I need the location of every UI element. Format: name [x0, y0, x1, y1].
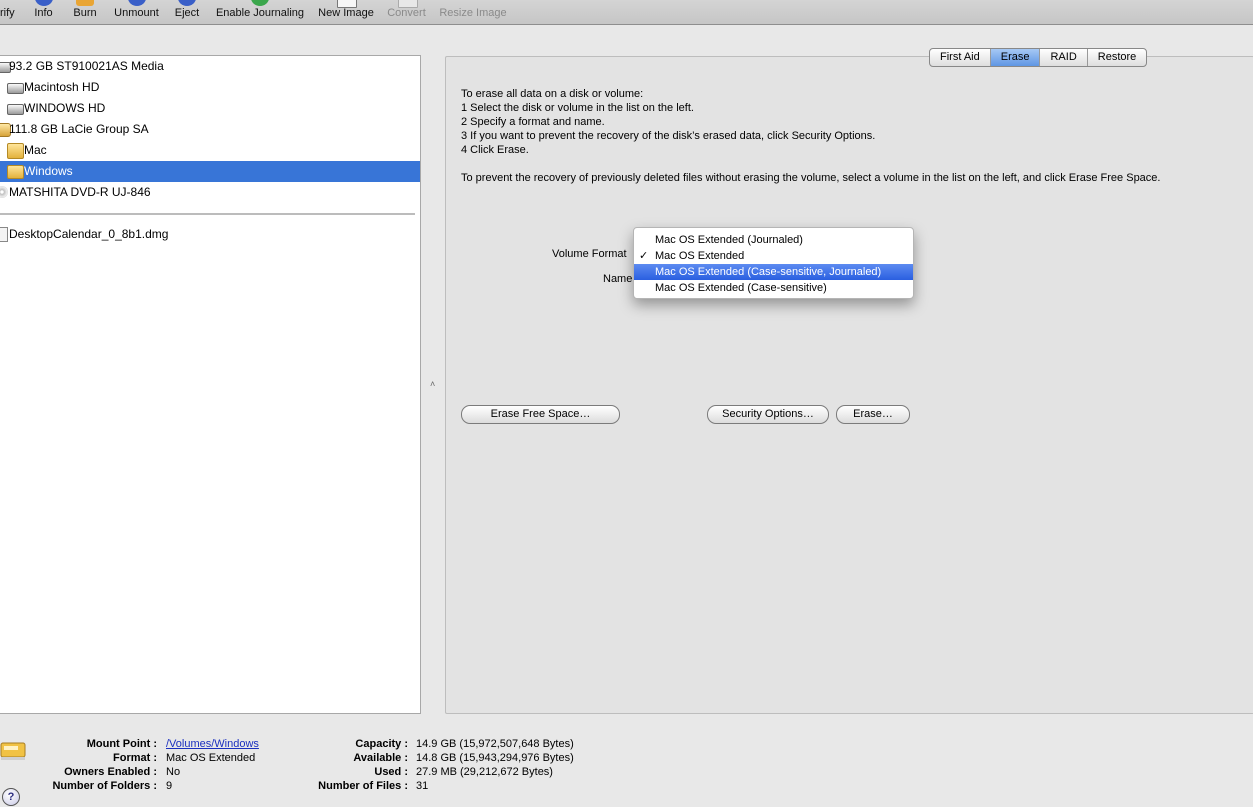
sidebar-item-mac[interactable]: Mac: [0, 140, 420, 161]
instruction-line: 3 If you want to prevent the recovery of…: [461, 130, 876, 142]
available-label: Available :: [353, 752, 408, 764]
files-value: 31: [416, 780, 429, 792]
folders-value: 9: [166, 780, 173, 792]
instruction-line: 2 Specify a format and name.: [461, 116, 605, 128]
tab-erase[interactable]: Erase: [989, 49, 1040, 66]
volume-format-menu[interactable]: Mac OS Extended (Journaled) ✓ Mac OS Ext…: [633, 227, 914, 299]
unmount-icon: [127, 0, 146, 6]
format-option-label: Mac OS Extended (Case-sensitive, Journal…: [655, 266, 882, 278]
info-icon: [34, 0, 53, 6]
folders-label: Number of Folders :: [52, 780, 157, 792]
toolbar-verify-label: rify: [0, 7, 15, 19]
toolbar-eject-label: Eject: [174, 7, 200, 19]
capacity-label: Capacity :: [355, 738, 408, 750]
format-option-label: Mac OS Extended (Journaled): [655, 234, 803, 246]
owners-enabled-value: No: [166, 766, 181, 778]
help-icon[interactable]: ?: [2, 788, 20, 806]
files-label: Number of Files :: [318, 780, 408, 792]
used-value: 27.9 MB (29,212,672 Bytes): [416, 766, 553, 778]
format-option-extended[interactable]: ✓ Mac OS Extended: [634, 248, 913, 264]
sidebar-item-desktopcalendar-dmg[interactable]: DesktopCalendar_0_8b1.dmg: [0, 224, 420, 245]
used-label: Used :: [374, 766, 408, 778]
format-option-label: Mac OS Extended (Case-sensitive): [655, 282, 827, 294]
journaling-icon: [251, 0, 269, 6]
tab-restore[interactable]: Restore: [1086, 49, 1147, 66]
toolbar-convert-label: Convert: [387, 7, 426, 19]
free-space-note: To prevent the recovery of previously de…: [461, 172, 1161, 184]
tab-raid[interactable]: RAID: [1039, 49, 1086, 66]
hard-drive-volume-icon: [7, 104, 24, 115]
sidebar-item-label: 111.8 GB LaCie Group SA: [9, 122, 149, 136]
sidebar-item-label: MATSHITA DVD-R UJ-846: [9, 185, 151, 199]
sidebar-item-label: Windows: [24, 164, 73, 178]
sidebar-item-label: Mac: [24, 143, 47, 157]
instruction-line: 1 Select the disk or volume in the list …: [461, 102, 694, 114]
mount-point-link[interactable]: /Volumes/Windows: [166, 738, 259, 750]
toolbar-info-button[interactable]: Info: [29, 0, 58, 24]
toolbar-enable-journaling-button[interactable]: Enable Journaling: [212, 0, 308, 24]
disk-image-icon: [0, 227, 8, 242]
erase-button[interactable]: Erase…: [836, 405, 910, 424]
toolbar-unmount-label: Unmount: [114, 7, 159, 19]
capacity-value: 14.9 GB (15,972,507,648 Bytes): [416, 738, 574, 750]
format-label: Format :: [113, 752, 157, 764]
external-volume-icon: [7, 143, 24, 159]
erase-panel: [445, 56, 1253, 714]
format-option-label: Mac OS Extended: [655, 250, 745, 262]
format-option-case-sensitive[interactable]: Mac OS Extended (Case-sensitive): [634, 280, 913, 296]
format-value: Mac OS Extended: [166, 752, 256, 764]
toolbar-resize-image-button[interactable]: Resize Image: [436, 0, 510, 24]
sidebar-divider: [0, 213, 415, 215]
instruction-line: To erase all data on a disk or volume:: [461, 88, 644, 100]
toolbar-burn-label: Burn: [73, 7, 97, 19]
splitter-handle[interactable]: ˄: [430, 379, 435, 389]
sidebar-item-lacie-group-sa[interactable]: 111.8 GB LaCie Group SA: [0, 119, 420, 140]
checkmark-icon: ✓: [639, 250, 649, 262]
sidebar-item-label: Macintosh HD: [24, 80, 100, 94]
owners-enabled-label: Owners Enabled :: [64, 766, 157, 778]
toolbar-resize-image-label: Resize Image: [439, 7, 507, 19]
mount-point-label: Mount Point :: [86, 738, 157, 750]
available-value: 14.8 GB (15,943,294,976 Bytes): [416, 752, 574, 764]
volume-format-label: Volume Format: [552, 248, 627, 260]
eject-icon: [178, 0, 196, 6]
toolbar-eject-button[interactable]: Eject: [172, 0, 202, 24]
toolbar-new-image-button[interactable]: New Image: [315, 0, 377, 24]
sidebar-item-label: 93.2 GB ST910021AS Media: [9, 59, 164, 73]
external-volume-icon: [7, 165, 24, 179]
sidebar-item-macintosh-hd[interactable]: Macintosh HD: [0, 77, 420, 98]
toolbar-enable-journaling-label: Enable Journaling: [215, 7, 305, 19]
hard-drive-volume-icon: [7, 83, 24, 94]
sidebar-item-matshita-dvd[interactable]: MATSHITA DVD-R UJ-846: [0, 182, 420, 203]
burn-icon: [76, 0, 94, 6]
instruction-line: 4 Click Erase.: [461, 144, 529, 156]
name-label: Name: [603, 273, 633, 285]
tab-first-aid[interactable]: First Aid: [930, 49, 990, 66]
toolbar-unmount-button[interactable]: Unmount: [110, 0, 163, 24]
toolbar: rify Info Burn Unmount Eject Enable Jour…: [0, 0, 1253, 25]
erase-free-space-button[interactable]: Erase Free Space…: [461, 405, 620, 424]
sidebar-item-windows-hd[interactable]: WINDOWS HD: [0, 98, 420, 119]
toolbar-info-label: Info: [34, 7, 53, 19]
tab-bar: First Aid Erase RAID Restore: [929, 48, 1148, 67]
toolbar-convert-button[interactable]: Convert: [384, 0, 429, 24]
sidebar-item-label: DesktopCalendar_0_8b1.dmg: [9, 227, 169, 241]
toolbar-verify-button[interactable]: rify: [0, 0, 18, 24]
format-option-journaled[interactable]: Mac OS Extended (Journaled): [634, 232, 913, 248]
toolbar-new-image-label: New Image: [318, 7, 374, 19]
device-list[interactable]: 93.2 GB ST910021AS Media Macintosh HD WI…: [0, 55, 421, 714]
toolbar-burn-button[interactable]: Burn: [70, 0, 100, 24]
security-options-button[interactable]: Security Options…: [707, 405, 829, 424]
sidebar-item-windows[interactable]: Windows: [0, 161, 420, 182]
sidebar-item-label: WINDOWS HD: [24, 101, 106, 115]
sidebar-item-st910021as-media[interactable]: 93.2 GB ST910021AS Media: [0, 56, 420, 77]
format-option-case-sensitive-journaled[interactable]: Mac OS Extended (Case-sensitive, Journal…: [634, 264, 913, 280]
optical-drive-icon: [0, 186, 8, 198]
